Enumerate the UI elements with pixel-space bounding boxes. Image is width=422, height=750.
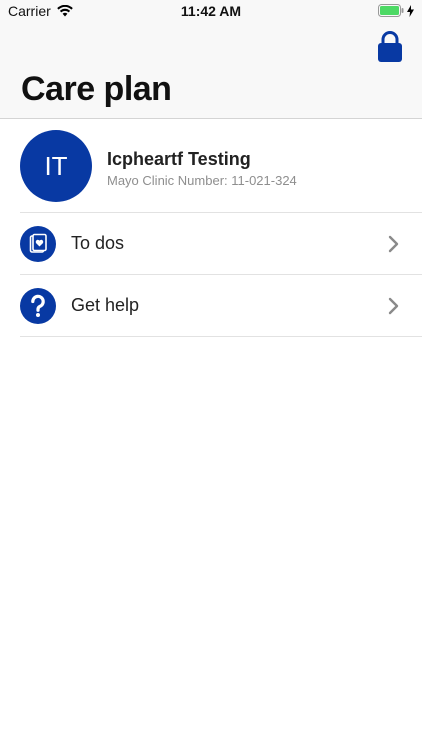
status-time: 11:42 AM — [180, 3, 242, 19]
charging-bolt-icon — [407, 4, 414, 17]
chevron-right-icon — [388, 235, 399, 253]
status-right — [378, 4, 414, 17]
patient-profile: IT Icpheartf Testing Mayo Clinic Number:… — [20, 119, 422, 213]
menu-item-label: Get help — [71, 295, 140, 315]
patient-name: Icpheartf Testing — [107, 149, 251, 169]
question-icon — [20, 288, 56, 324]
navigation-header: Care plan — [0, 22, 422, 119]
status-bar: Carrier 11:42 AM — [0, 0, 422, 22]
clinic-number: Mayo Clinic Number: 11-021-324 — [107, 173, 297, 188]
heart-card-icon — [20, 226, 56, 262]
lock-icon — [378, 31, 402, 62]
chevron-right-icon — [388, 297, 399, 315]
menu-item-to-dos[interactable]: To dos — [20, 213, 422, 275]
avatar: IT — [20, 130, 92, 202]
lock-button[interactable] — [376, 30, 404, 64]
menu-item-get-help[interactable]: Get help — [20, 275, 422, 337]
menu-item-label: To dos — [71, 233, 125, 253]
care-plan-screen: Carrier 11:42 AM Care plan IT Icpheartf … — [0, 0, 422, 750]
content: IT Icpheartf Testing Mayo Clinic Number:… — [0, 119, 422, 337]
page-title: Care plan — [21, 70, 172, 108]
battery-icon — [378, 4, 404, 17]
